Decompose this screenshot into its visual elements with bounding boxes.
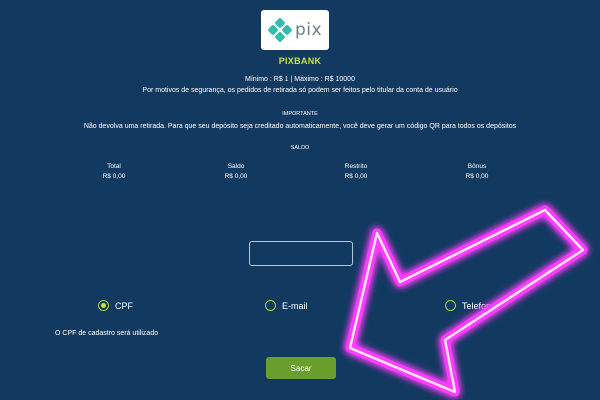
balance-value: R$ 0,00 xyxy=(465,173,489,180)
withdrawal-limits: Mínimo : R$ 1 | Máximo : R$ 10000 xyxy=(245,76,355,83)
balance-heading: SALDO xyxy=(290,145,310,151)
cpf-note: O CPF de cadastro será utilizado xyxy=(55,330,159,337)
balance-bonus: Bônus R$ 0,00 xyxy=(437,162,517,182)
security-notice: Por motivos de segurança, os pedidos de … xyxy=(142,87,458,94)
pix-logo: pix xyxy=(261,10,329,50)
balance-label: Total xyxy=(107,163,121,170)
important-heading: IMPORTANTE xyxy=(282,111,318,117)
radio-unselected-icon xyxy=(445,300,456,311)
important-text: Não devolva uma retirada. Para que seu d… xyxy=(83,123,517,130)
withdraw-button[interactable]: Sacar xyxy=(266,357,336,379)
radio-telefone[interactable]: Telefone xyxy=(445,300,496,311)
radio-cpf[interactable]: CPF xyxy=(98,300,133,311)
balance-value: R$ 0,00 xyxy=(224,173,248,180)
radio-selected-icon xyxy=(98,300,109,311)
balance-saldo: Saldo R$ 0,00 xyxy=(196,162,276,182)
pix-diamond-icon xyxy=(268,18,292,42)
radio-label: CPF xyxy=(115,300,133,311)
radio-unselected-icon xyxy=(265,300,276,311)
radio-email[interactable]: E-mail xyxy=(265,300,308,311)
amount-input[interactable] xyxy=(249,241,353,266)
radio-label: Telefone xyxy=(462,300,497,311)
balance-total: Total R$ 0,00 xyxy=(74,162,154,182)
balance-value: R$ 0,00 xyxy=(102,173,126,180)
balance-label: Saldo xyxy=(227,163,245,170)
radio-label: E-mail xyxy=(282,300,308,311)
brand-title: PIXBANK xyxy=(278,56,322,66)
balance-label: Restrito xyxy=(344,163,368,170)
balance-restrito: Restrito R$ 0,00 xyxy=(316,162,396,182)
balance-label: Bônus xyxy=(467,163,487,170)
balance-value: R$ 0,00 xyxy=(344,173,368,180)
pix-logo-word: pix xyxy=(294,20,323,40)
